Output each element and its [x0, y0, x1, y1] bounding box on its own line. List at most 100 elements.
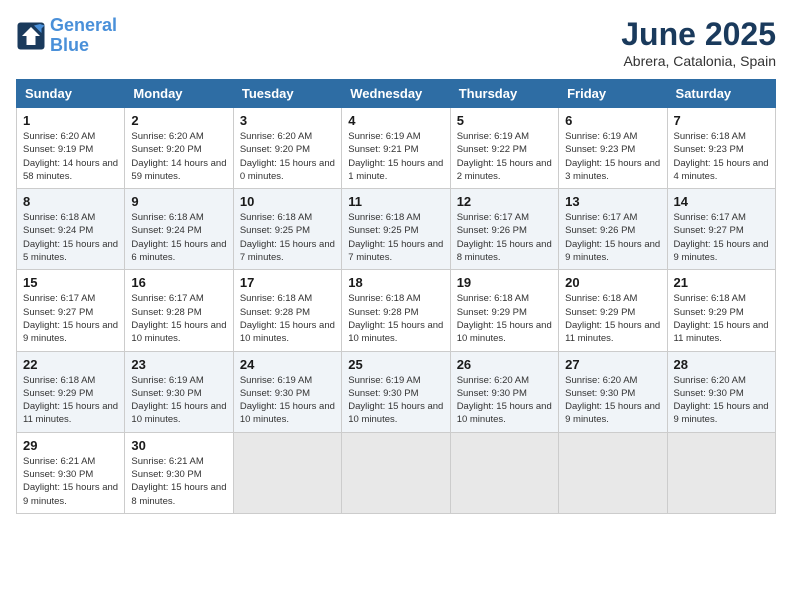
day-info: Sunrise: 6:19 AMSunset: 9:30 PMDaylight:…: [240, 374, 335, 427]
calendar-day-cell: 1 Sunrise: 6:20 AMSunset: 9:19 PMDaylight…: [17, 108, 125, 189]
day-number: 15: [23, 275, 118, 290]
calendar-table: SundayMondayTuesdayWednesdayThursdayFrid…: [16, 79, 776, 514]
calendar-day-cell: 9 Sunrise: 6:18 AMSunset: 9:24 PMDaylight…: [125, 189, 233, 270]
day-of-week-header: Wednesday: [342, 80, 450, 108]
logo-line1: General: [50, 15, 117, 35]
day-number: 6: [565, 113, 660, 128]
calendar-day-cell: 18Sunrise: 6:18 AMSunset: 9:28 PMDayligh…: [342, 270, 450, 351]
calendar-day-cell: 6Sunrise: 6:19 AMSunset: 9:23 PMDaylight…: [559, 108, 667, 189]
calendar-day-cell: [450, 432, 558, 513]
calendar-day-cell: 29 Sunrise: 6:21 AMSunset: 9:30 PMDayligh…: [17, 432, 125, 513]
day-info: Sunrise: 6:20 AMSunset: 9:30 PMDaylight:…: [565, 374, 660, 427]
calendar-day-cell: 23 Sunrise: 6:19 AMSunset: 9:30 PMDayligh…: [125, 351, 233, 432]
day-info: Sunrise: 6:18 AMSunset: 9:28 PMDaylight:…: [240, 292, 335, 345]
day-number: 19: [457, 275, 552, 290]
day-number: 11: [348, 194, 443, 209]
logo: General Blue: [16, 16, 117, 56]
day-number: 25: [348, 357, 443, 372]
day-number: 17: [240, 275, 335, 290]
calendar-day-cell: 8 Sunrise: 6:18 AMSunset: 9:24 PMDaylight…: [17, 189, 125, 270]
day-info: Sunrise: 6:18 AMSunset: 9:29 PMDaylight:…: [457, 292, 552, 345]
day-number: 8: [23, 194, 118, 209]
day-number: 22: [23, 357, 118, 372]
calendar-day-cell: 30 Sunrise: 6:21 AMSunset: 9:30 PMDayligh…: [125, 432, 233, 513]
day-info: Sunrise: 6:19 AMSunset: 9:30 PMDaylight:…: [131, 374, 226, 427]
day-of-week-header: Saturday: [667, 80, 775, 108]
day-info: Sunrise: 6:17 AMSunset: 9:26 PMDaylight:…: [457, 211, 552, 264]
calendar-day-cell: 5 Sunrise: 6:19 AMSunset: 9:22 PMDaylight…: [450, 108, 558, 189]
calendar-week-row: 1 Sunrise: 6:20 AMSunset: 9:19 PMDaylight…: [17, 108, 776, 189]
day-info: Sunrise: 6:17 AMSunset: 9:26 PMDaylight:…: [565, 211, 660, 264]
calendar-day-cell: 24 Sunrise: 6:19 AMSunset: 9:30 PMDayligh…: [233, 351, 341, 432]
day-of-week-header: Friday: [559, 80, 667, 108]
day-number: 13: [565, 194, 660, 209]
calendar-day-cell: 7Sunrise: 6:18 AMSunset: 9:23 PMDaylight…: [667, 108, 775, 189]
calendar-day-cell: 4 Sunrise: 6:19 AMSunset: 9:21 PMDaylight…: [342, 108, 450, 189]
calendar-day-cell: [559, 432, 667, 513]
day-number: 26: [457, 357, 552, 372]
day-number: 9: [131, 194, 226, 209]
calendar-day-cell: 20 Sunrise: 6:18 AMSunset: 9:29 PMDayligh…: [559, 270, 667, 351]
day-number: 12: [457, 194, 552, 209]
day-info: Sunrise: 6:19 AMSunset: 9:21 PMDaylight:…: [348, 130, 443, 183]
day-number: 5: [457, 113, 552, 128]
day-number: 18: [348, 275, 443, 290]
day-number: 29: [23, 438, 118, 453]
calendar-day-cell: 17 Sunrise: 6:18 AMSunset: 9:28 PMDayligh…: [233, 270, 341, 351]
day-number: 14: [674, 194, 769, 209]
day-info: Sunrise: 6:21 AMSunset: 9:30 PMDaylight:…: [131, 455, 226, 508]
day-number: 1: [23, 113, 118, 128]
calendar-day-cell: 26 Sunrise: 6:20 AMSunset: 9:30 PMDayligh…: [450, 351, 558, 432]
calendar-week-row: 22 Sunrise: 6:18 AMSunset: 9:29 PMDayligh…: [17, 351, 776, 432]
day-info: Sunrise: 6:20 AMSunset: 9:30 PMDaylight:…: [674, 374, 769, 427]
day-info: Sunrise: 6:20 AMSunset: 9:20 PMDaylight:…: [240, 130, 335, 183]
day-of-week-header: Monday: [125, 80, 233, 108]
day-info: Sunrise: 6:18 AMSunset: 9:29 PMDaylight:…: [565, 292, 660, 345]
day-number: 4: [348, 113, 443, 128]
day-number: 28: [674, 357, 769, 372]
logo-text: General Blue: [50, 16, 117, 56]
day-info: Sunrise: 6:21 AMSunset: 9:30 PMDaylight:…: [23, 455, 118, 508]
day-number: 20: [565, 275, 660, 290]
day-info: Sunrise: 6:18 AMSunset: 9:24 PMDaylight:…: [23, 211, 118, 264]
day-number: 10: [240, 194, 335, 209]
day-number: 21: [674, 275, 769, 290]
calendar-week-row: 8 Sunrise: 6:18 AMSunset: 9:24 PMDaylight…: [17, 189, 776, 270]
day-number: 2: [131, 113, 226, 128]
day-info: Sunrise: 6:20 AMSunset: 9:20 PMDaylight:…: [131, 130, 226, 183]
day-info: Sunrise: 6:17 AMSunset: 9:27 PMDaylight:…: [23, 292, 118, 345]
day-number: 7: [674, 113, 769, 128]
calendar-day-cell: 27 Sunrise: 6:20 AMSunset: 9:30 PMDayligh…: [559, 351, 667, 432]
day-info: Sunrise: 6:18 AMSunset: 9:25 PMDaylight:…: [348, 211, 443, 264]
logo-line2: Blue: [50, 35, 89, 55]
day-info: Sunrise: 6:18 AMSunset: 9:29 PMDaylight:…: [674, 292, 769, 345]
day-info: Sunrise: 6:18 AMSunset: 9:24 PMDaylight:…: [131, 211, 226, 264]
calendar-day-cell: 22 Sunrise: 6:18 AMSunset: 9:29 PMDayligh…: [17, 351, 125, 432]
day-number: 24: [240, 357, 335, 372]
day-number: 16: [131, 275, 226, 290]
day-number: 23: [131, 357, 226, 372]
title-area: June 2025 Abrera, Catalonia, Spain: [621, 16, 776, 69]
page-header: General Blue June 2025 Abrera, Catalonia…: [16, 16, 776, 69]
calendar-day-cell: 14Sunrise: 6:17 AMSunset: 9:27 PMDayligh…: [667, 189, 775, 270]
day-info: Sunrise: 6:20 AMSunset: 9:19 PMDaylight:…: [23, 130, 118, 183]
day-of-week-header: Tuesday: [233, 80, 341, 108]
day-info: Sunrise: 6:19 AMSunset: 9:22 PMDaylight:…: [457, 130, 552, 183]
calendar-day-cell: [667, 432, 775, 513]
calendar-day-cell: 2 Sunrise: 6:20 AMSunset: 9:20 PMDaylight…: [125, 108, 233, 189]
calendar-day-cell: 25Sunrise: 6:19 AMSunset: 9:30 PMDayligh…: [342, 351, 450, 432]
calendar-day-cell: 11 Sunrise: 6:18 AMSunset: 9:25 PMDayligh…: [342, 189, 450, 270]
day-of-week-header: Sunday: [17, 80, 125, 108]
calendar-day-cell: 19 Sunrise: 6:18 AMSunset: 9:29 PMDayligh…: [450, 270, 558, 351]
day-number: 27: [565, 357, 660, 372]
calendar-week-row: 15 Sunrise: 6:17 AMSunset: 9:27 PMDayligh…: [17, 270, 776, 351]
calendar-day-cell: 3Sunrise: 6:20 AMSunset: 9:20 PMDaylight…: [233, 108, 341, 189]
calendar-day-cell: [342, 432, 450, 513]
day-number: 30: [131, 438, 226, 453]
calendar-body: 1 Sunrise: 6:20 AMSunset: 9:19 PMDaylight…: [17, 108, 776, 514]
calendar-day-cell: [233, 432, 341, 513]
day-info: Sunrise: 6:18 AMSunset: 9:25 PMDaylight:…: [240, 211, 335, 264]
day-info: Sunrise: 6:20 AMSunset: 9:30 PMDaylight:…: [457, 374, 552, 427]
day-of-week-header: Thursday: [450, 80, 558, 108]
day-info: Sunrise: 6:18 AMSunset: 9:29 PMDaylight:…: [23, 374, 118, 427]
